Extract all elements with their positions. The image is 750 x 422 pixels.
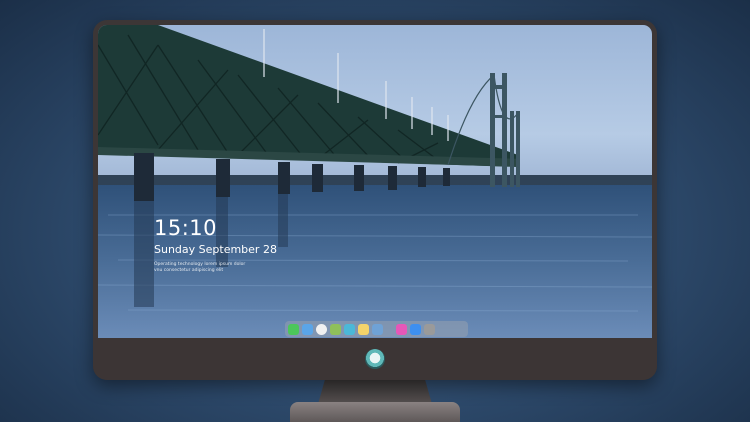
photos-icon[interactable] (358, 323, 369, 335)
app-store-icon[interactable] (410, 323, 421, 335)
monitor-chin (93, 338, 657, 380)
monitor-stand-neck (318, 380, 432, 404)
finder-icon[interactable] (302, 323, 313, 335)
safari-icon[interactable] (316, 323, 327, 335)
notes-icon[interactable] (344, 323, 355, 335)
wallpaper-bridge (98, 25, 652, 338)
clock-time: 15:10 (154, 216, 218, 240)
maps-icon[interactable] (330, 323, 341, 335)
clock-date: Sunday September 28 (154, 243, 277, 256)
keynote-icon[interactable] (372, 323, 383, 335)
brand-logo-icon (365, 349, 385, 369)
lock-notice-line: vnu consectetur adipiscing elit (154, 268, 224, 273)
dock (285, 321, 468, 337)
lock-notice: Operating technology lorem ipsum dolor v… (154, 262, 284, 274)
lock-screen-info: 15:10 Sunday September 28 Operating tech… (154, 217, 284, 274)
suspension-towers (490, 73, 520, 187)
music-icon[interactable] (396, 323, 407, 335)
monitor: 15:10 Sunday September 28 Operating tech… (93, 20, 657, 380)
messages-icon[interactable] (288, 323, 299, 335)
camera-icon[interactable] (424, 323, 435, 335)
screen: 15:10 Sunday September 28 Operating tech… (98, 25, 652, 338)
monitor-stand-base (290, 402, 460, 422)
